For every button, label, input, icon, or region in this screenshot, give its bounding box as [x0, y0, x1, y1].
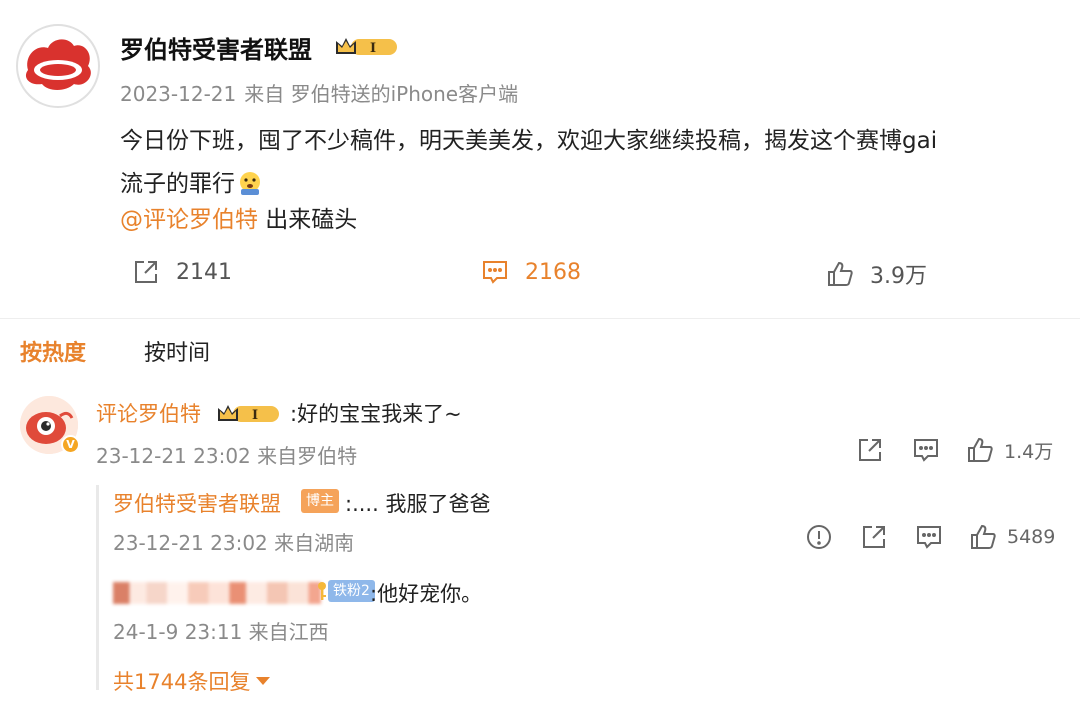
- reply-author-name[interactable]: 罗伯特受害者联盟: [113, 488, 281, 518]
- iron-fan-badge: 铁粉2: [316, 580, 375, 602]
- fan-level-label: 铁粉2: [328, 580, 375, 602]
- reply-like-count: 5489: [1007, 526, 1056, 548]
- thumbs-up-icon: [828, 261, 853, 286]
- reply-meta: 23-12-21 23:02 来自湖南: [113, 531, 355, 555]
- tab-sort-by-time[interactable]: 按时间: [144, 335, 210, 367]
- mention-suffix: 出来磕头: [258, 207, 358, 233]
- comment-text: :好的宝宝我来了~: [290, 402, 462, 426]
- author-avatar[interactable]: [16, 24, 100, 108]
- vip-crown-badge[interactable]: I: [215, 401, 281, 431]
- blurred-username[interactable]: [113, 582, 321, 604]
- reply-comment-button[interactable]: [915, 523, 943, 551]
- crying-face-emoji-icon: [237, 168, 263, 195]
- svg-text:I: I: [252, 408, 258, 423]
- post-source: 来自 罗伯特送的iPhone客户端: [244, 82, 519, 106]
- view-all-replies-link[interactable]: 共1744条回复: [113, 666, 271, 696]
- post-body: 今日份下班，囤了不少稿件，明天美美发，欢迎大家继续投稿，揭发这个赛博gai 流子…: [120, 120, 1050, 206]
- thumbs-up-icon: [971, 524, 996, 549]
- reply-like-button[interactable]: 5489: [969, 523, 1055, 551]
- alert-circle-icon: [807, 525, 831, 549]
- like-button[interactable]: 3.9万: [826, 258, 927, 290]
- thumbs-up-icon: [968, 437, 993, 462]
- comment-author-name[interactable]: 评论罗伯特: [96, 398, 201, 428]
- comment-repost-button[interactable]: [856, 436, 884, 464]
- reply-repost-button[interactable]: [860, 523, 888, 551]
- svg-text:I: I: [370, 41, 376, 56]
- section-divider: [0, 318, 1080, 319]
- comment-like-button[interactable]: 1.4万: [966, 436, 1053, 464]
- comment-icon: [917, 526, 941, 549]
- comment-count: 2168: [525, 259, 581, 285]
- comment-meta: 23-12-21 23:02 来自罗伯特: [96, 444, 358, 468]
- reply-total-label: 共1744条回复: [113, 670, 251, 694]
- like-count: 3.9万: [870, 264, 927, 289]
- repost-icon: [135, 261, 157, 283]
- reply-text: :.... 我服了爸爸: [345, 492, 491, 516]
- post-author-name[interactable]: 罗伯特受害者联盟: [120, 30, 312, 65]
- post-mention-line: @评论罗伯特 出来磕头: [120, 200, 357, 234]
- verified-icon: V: [61, 435, 80, 454]
- comment-icon: [483, 261, 507, 284]
- post-text-line2: 流子的罪行: [120, 171, 235, 197]
- repost-icon: [859, 439, 881, 461]
- post-meta: 2023-12-21 来自 罗伯特送的iPhone客户端: [120, 78, 518, 107]
- repost-button[interactable]: 2141: [132, 258, 232, 286]
- blogger-badge: 博主: [301, 489, 339, 513]
- key-icon: [318, 582, 326, 600]
- report-button[interactable]: [806, 524, 832, 550]
- comment-icon: [914, 439, 938, 462]
- repost-count: 2141: [176, 259, 232, 285]
- reply-text: :他好宠你。: [370, 582, 483, 606]
- comment-like-count: 1.4万: [1004, 440, 1054, 463]
- comment-button[interactable]: 2168: [481, 258, 581, 286]
- post-text-line1: 今日份下班，囤了不少稿件，明天美美发，欢迎大家继续投稿，揭发这个赛博gai: [120, 128, 938, 154]
- reply-meta: 24-1-9 23:11 来自江西: [113, 620, 329, 644]
- caret-down-icon: [256, 677, 271, 685]
- reply-thread-bar: [96, 485, 99, 690]
- tab-sort-by-hot[interactable]: 按热度: [20, 335, 86, 367]
- vip-crown-badge[interactable]: I: [333, 34, 399, 64]
- comment-reply-button[interactable]: [912, 436, 940, 464]
- mention-link[interactable]: @评论罗伯特: [120, 207, 258, 233]
- post-date: 2023-12-21: [120, 82, 237, 106]
- repost-icon: [863, 526, 885, 548]
